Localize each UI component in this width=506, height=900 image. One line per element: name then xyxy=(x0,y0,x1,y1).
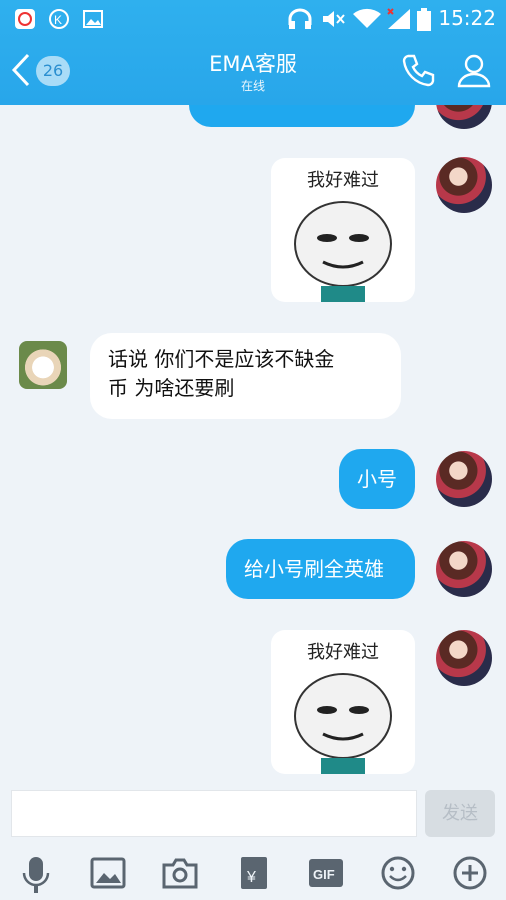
sticker-message[interactable]: 我好难过 xyxy=(271,158,415,302)
message-bubble-self[interactable]: 小号 xyxy=(339,449,415,509)
message-list[interactable]: 我好难过 话说 你们不是应该不缺金 币 为啥还要刷 小号 给小号刷全英雄 我好难… xyxy=(0,105,506,785)
meme-face-icon xyxy=(294,673,392,774)
avatar-self[interactable] xyxy=(436,105,492,129)
message-text-line: 话说 你们不是应该不缺金 xyxy=(108,347,335,371)
message-input[interactable] xyxy=(11,790,417,837)
gif-icon[interactable]: GIF xyxy=(308,855,344,891)
red-packet-label: ¥ xyxy=(246,869,256,886)
input-bar: 发送 xyxy=(0,785,506,845)
sticker-message[interactable]: 我好难过 xyxy=(271,630,415,774)
avatar-self[interactable] xyxy=(436,630,492,686)
red-packet-icon[interactable]: ¥ xyxy=(236,855,272,891)
profile-icon[interactable] xyxy=(456,52,492,92)
microphone-icon[interactable] xyxy=(18,855,54,893)
phone-icon[interactable] xyxy=(400,52,436,92)
image-notification-icon xyxy=(82,8,104,34)
k-notification-icon: K xyxy=(48,8,70,34)
send-button[interactable]: 发送 xyxy=(425,790,495,837)
mute-icon xyxy=(321,8,347,34)
meme-face-icon xyxy=(294,201,392,302)
message-bubble-self[interactable] xyxy=(189,105,415,127)
message-text-line: 币 为啥还要刷 xyxy=(108,376,235,400)
battery-icon xyxy=(416,8,432,36)
headphone-icon xyxy=(287,8,313,34)
title-bar: K 15:22 26 EMA客服 在线 xyxy=(0,0,506,105)
message-bubble-self[interactable]: 给小号刷全英雄 xyxy=(226,539,415,599)
camera-icon[interactable] xyxy=(162,855,198,891)
signal-icon xyxy=(386,8,412,34)
input-toolbar: ¥ GIF xyxy=(0,845,506,900)
message-bubble-other[interactable]: 话说 你们不是应该不缺金 币 为啥还要刷 xyxy=(90,333,401,419)
status-time: 15:22 xyxy=(438,6,496,30)
status-bar: K 15:22 xyxy=(0,0,506,36)
avatar-self[interactable] xyxy=(436,157,492,213)
avatar-self[interactable] xyxy=(436,451,492,507)
avatar-other[interactable] xyxy=(19,341,67,389)
image-icon[interactable] xyxy=(90,855,126,891)
svg-text:K: K xyxy=(54,13,62,27)
emoji-icon[interactable] xyxy=(380,855,416,891)
plus-icon[interactable] xyxy=(452,855,488,891)
avatar-self[interactable] xyxy=(436,541,492,597)
gif-label: GIF xyxy=(313,867,335,882)
wifi-icon xyxy=(352,8,382,34)
app-notification-icon xyxy=(14,8,36,34)
